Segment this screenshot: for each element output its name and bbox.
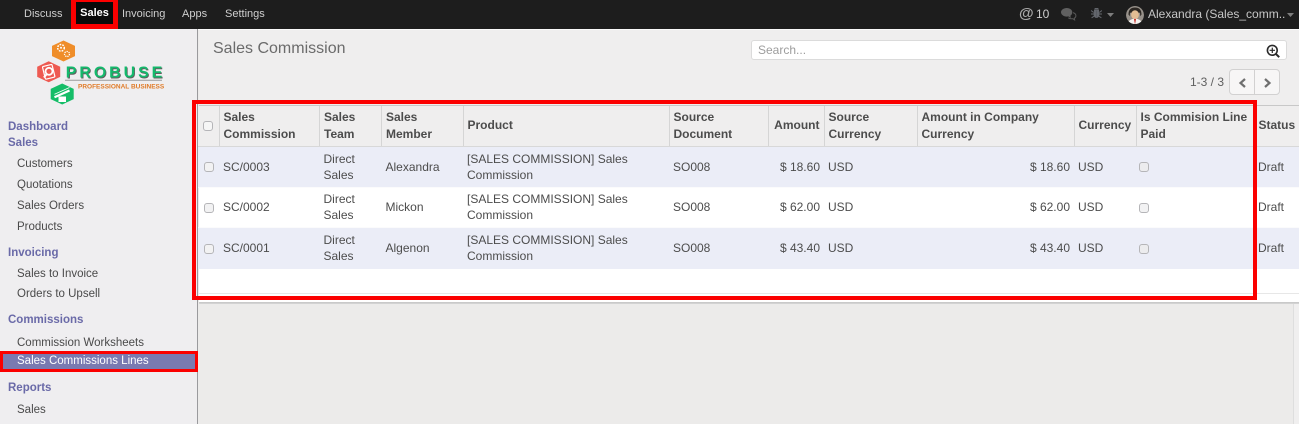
svg-text:PROFESSIONAL BUSINESS: PROFESSIONAL BUSINESS bbox=[78, 84, 165, 91]
svg-text:PROBUSE: PROBUSE bbox=[66, 65, 165, 82]
